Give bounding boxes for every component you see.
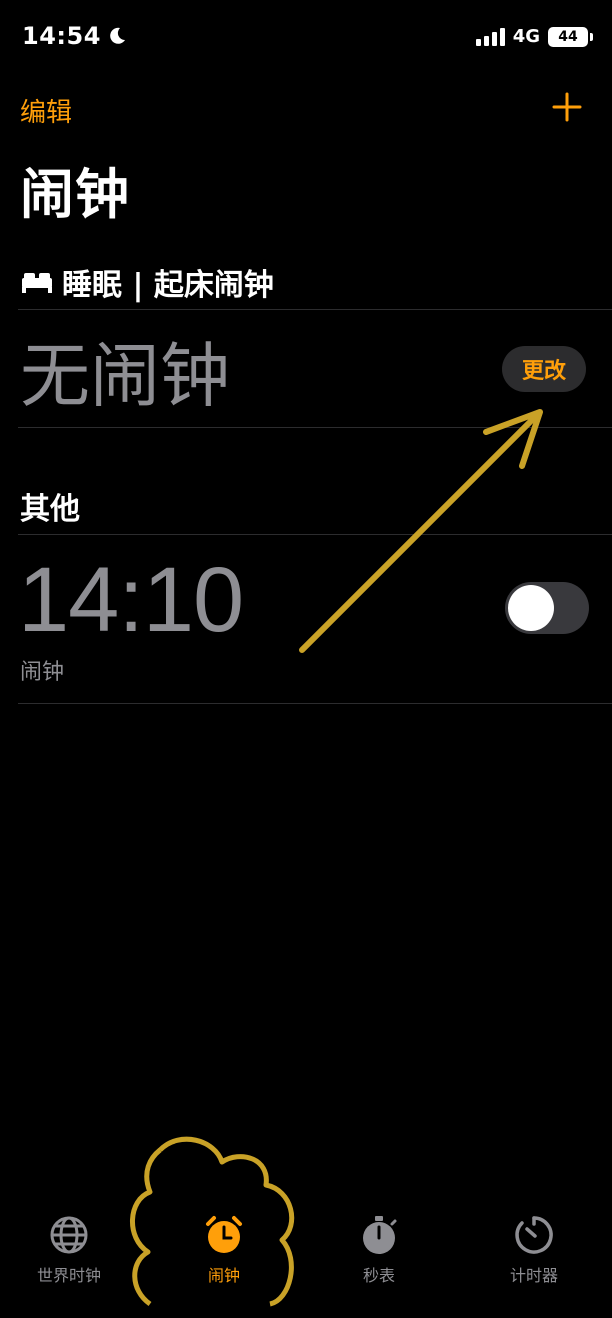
sleep-section-header: 睡眠 | 起床闹钟 (20, 260, 274, 304)
edit-button[interactable]: 编辑 (20, 92, 72, 129)
annotation-arrow (299, 409, 543, 653)
tab-alarm[interactable]: 闹钟 (164, 1214, 284, 1286)
status-bar-right: 4G 44 (475, 26, 593, 47)
sleep-alarm-status: 无闹钟 (20, 335, 230, 417)
moon-icon (110, 27, 125, 44)
page-title: 闹钟 (20, 163, 130, 226)
divider (18, 534, 612, 535)
network-label: 4G (512, 26, 540, 47)
battery-level: 44 (558, 28, 578, 45)
tab-label: 秒表 (362, 1266, 395, 1285)
plus-icon[interactable] (552, 92, 582, 122)
tab-label: 计时器 (509, 1266, 558, 1285)
alarm-label: 闹钟 (20, 660, 65, 685)
divider (18, 309, 612, 310)
tab-timer[interactable]: 计时器 (474, 1214, 594, 1286)
alarm-time[interactable]: 14:10 (18, 548, 244, 653)
divider (18, 703, 612, 704)
status-bar-time: 14:54 (22, 22, 127, 50)
divider (18, 427, 612, 428)
status-time-text: 14:54 (22, 22, 101, 50)
globe-icon (50, 1216, 88, 1254)
sleep-section-title: 睡眠 | 起床闹钟 (62, 268, 274, 303)
tab-label: 闹钟 (207, 1266, 240, 1285)
stopwatch-icon (363, 1216, 397, 1254)
change-button[interactable]: 更改 (502, 346, 586, 392)
signal-icon (475, 27, 505, 46)
alarm-toggle[interactable] (505, 582, 589, 634)
bed-icon (22, 273, 52, 293)
tab-world-clock[interactable]: 世界时钟 (9, 1214, 129, 1286)
toggle-knob (508, 585, 554, 631)
tab-stopwatch[interactable]: 秒表 (319, 1214, 439, 1286)
tab-label: 世界时钟 (36, 1266, 101, 1285)
battery-icon: 44 (548, 26, 593, 47)
timer-icon (515, 1216, 553, 1254)
alarm-clock-icon (206, 1216, 242, 1253)
other-section-title: 其他 (20, 492, 80, 527)
